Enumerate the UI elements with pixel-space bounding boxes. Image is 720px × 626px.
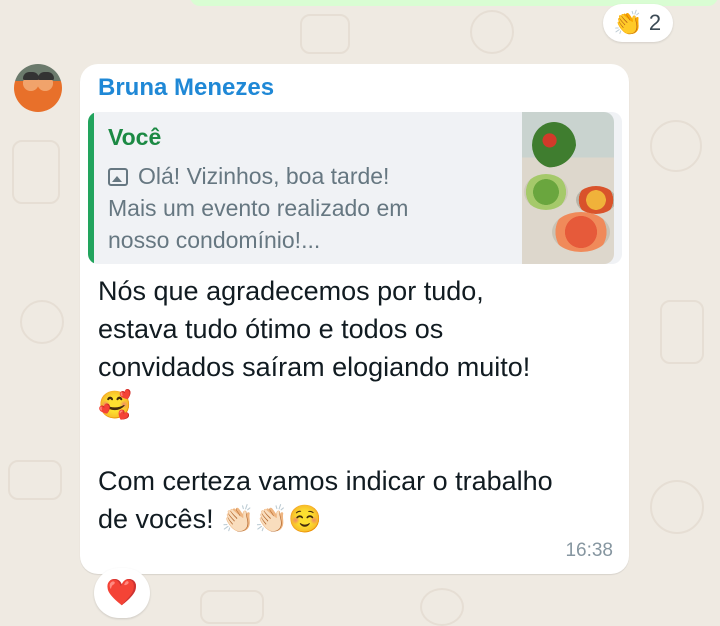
- message-timestamp: 16:38: [565, 540, 613, 561]
- quote-text: Olá! Vizinhos, boa tarde! Mais um evento…: [108, 163, 409, 253]
- avatar[interactable]: [14, 64, 62, 112]
- sender-name[interactable]: Bruna Menezes: [98, 74, 274, 102]
- clapping-hands-icon: 👏: [613, 9, 643, 37]
- red-heart-icon: ❤️: [105, 578, 139, 608]
- reaction-summary-previous[interactable]: 👏 2: [603, 4, 674, 42]
- reaction-count: 2: [648, 10, 662, 35]
- quote-text-block: Olá! Vizinhos, boa tarde! Mais um evento…: [108, 160, 508, 256]
- incoming-message-bubble[interactable]: Bruna Menezes Você Olá! Vizinhos, boa ta…: [80, 64, 629, 574]
- photo-icon: [108, 168, 128, 186]
- quote-accent-bar: [88, 112, 94, 264]
- quote-thumbnail: [522, 112, 614, 264]
- message-text: Nós que agradecemos por tudo, estava tud…: [98, 276, 553, 534]
- quoted-message[interactable]: Você Olá! Vizinhos, boa tarde! Mais um e…: [88, 112, 622, 264]
- quote-author: Você: [108, 124, 162, 150]
- message-reaction[interactable]: ❤️: [94, 568, 150, 618]
